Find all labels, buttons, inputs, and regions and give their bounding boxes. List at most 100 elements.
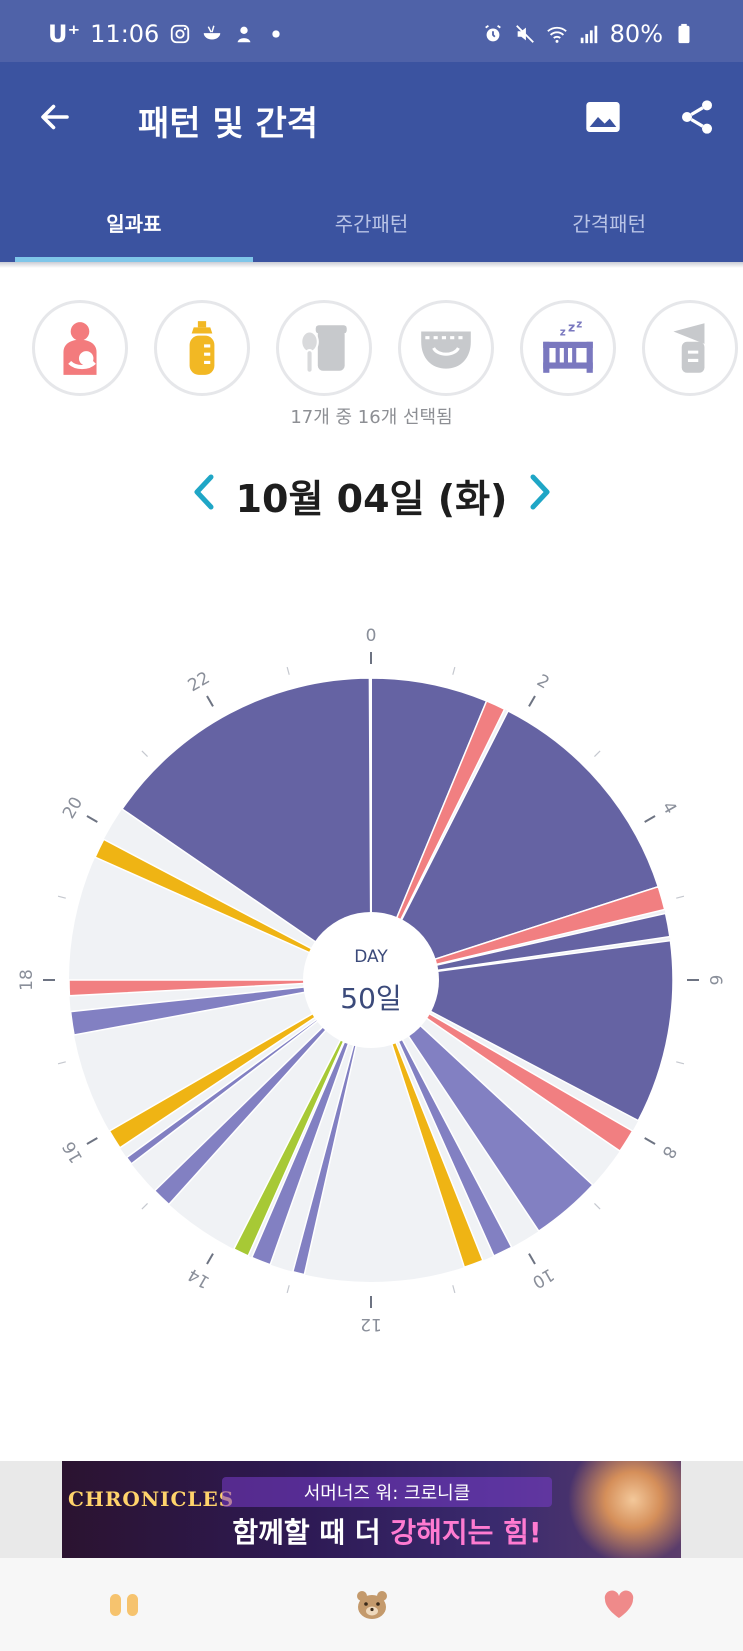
- alarm-icon: [484, 24, 501, 42]
- tab-daily-schedule[interactable]: 일과표: [15, 170, 253, 262]
- next-day-button[interactable]: [520, 470, 560, 514]
- battery-icon: [678, 23, 690, 44]
- hour-tick: [141, 750, 148, 757]
- hour-tick: [86, 1137, 98, 1145]
- filter-bottle-button[interactable]: [154, 300, 250, 396]
- chevron-right-icon: [530, 474, 550, 510]
- diaper-icon: [421, 331, 471, 369]
- chart-center-disc: [303, 912, 439, 1048]
- ad-tagline-part: 함께할 때 더: [232, 1516, 391, 1549]
- hour-tick: [286, 1285, 290, 1294]
- status-bar: U⁺ 11:06 80%: [0, 0, 743, 62]
- filter-sleep-button[interactable]: z z z: [520, 300, 616, 396]
- hour-label: 18: [17, 969, 37, 991]
- filter-pumping-button[interactable]: [642, 300, 738, 396]
- nav-baby-button[interactable]: [248, 1558, 496, 1651]
- share-icon: [682, 100, 712, 134]
- current-date: 10월 04일 (화): [235, 477, 508, 521]
- crib-icon: z z z: [543, 318, 593, 373]
- hour-label: 12: [360, 1314, 382, 1334]
- bowl-icon: [204, 25, 221, 40]
- signal-icon: [580, 25, 597, 44]
- filter-breastfeeding-button[interactable]: [32, 300, 128, 396]
- tab-interval-pattern[interactable]: 간격패턴: [490, 170, 728, 262]
- hour-tick: [644, 1137, 656, 1145]
- hour-label: 10: [529, 1264, 558, 1292]
- save-image-button[interactable]: [578, 92, 628, 142]
- tab-label: 간격패턴: [572, 212, 646, 236]
- hour-label: 14: [185, 1264, 214, 1292]
- nav-favorites-button[interactable]: [495, 1558, 743, 1651]
- clock: 11:06: [90, 20, 160, 48]
- hour-label: 6: [705, 975, 725, 986]
- hour-tick: [57, 895, 66, 899]
- ad-brand-logo: CHRONICLES: [68, 1487, 235, 1511]
- hour-tick: [86, 815, 98, 823]
- baby-food-icon: [300, 325, 347, 374]
- hour-tick: [676, 895, 685, 899]
- wifi-icon: [546, 26, 567, 43]
- filter-count-text: 17개 중 16개 선택됨: [290, 407, 453, 428]
- heart-icon: [604, 1590, 634, 1618]
- hour-tick: [594, 1203, 601, 1210]
- footprints-icon: [109, 1593, 138, 1616]
- svg-text:z: z: [568, 319, 575, 334]
- hour-label: 4: [658, 798, 681, 817]
- image-icon: [586, 102, 620, 132]
- ad-creative[interactable]: CHRONICLES 서머너즈 워: 크로니클 함께할 때 더 강해지는 힘!: [62, 1461, 681, 1558]
- daily-pattern-chart: 0 2 4 6 8 10 12 14 16 18 20 22 DAY 50일: [0, 600, 743, 1340]
- ad-tagline: 함께할 때 더 강해지는 힘!: [182, 1511, 592, 1551]
- hour-tick: [57, 1061, 66, 1065]
- dot-icon: [272, 30, 280, 38]
- status-left: U⁺ 11:06: [48, 20, 287, 48]
- filter-baby-food-button[interactable]: [276, 300, 372, 396]
- bottle-icon: [189, 321, 215, 375]
- chart-center-label-bottom: 50일: [340, 982, 401, 1015]
- hour-tick: [676, 1061, 685, 1065]
- carrier-label: U⁺: [48, 20, 81, 48]
- hour-tick: [286, 666, 290, 675]
- mute-icon: [515, 25, 534, 43]
- app-notification-icon: [237, 26, 251, 43]
- hour-label: 20: [59, 794, 87, 823]
- date-navigator: 10월 04일 (화): [0, 462, 743, 522]
- hour-tick: [206, 695, 214, 707]
- arrow-left-icon: [41, 104, 69, 130]
- back-button[interactable]: [30, 92, 80, 142]
- bottom-nav: [0, 1558, 743, 1651]
- breastfeeding-icon: [63, 322, 97, 375]
- tab-label: 일과표: [106, 212, 162, 236]
- hour-label: 16: [59, 1138, 87, 1167]
- chart-center-label-top: DAY: [354, 947, 388, 967]
- tab-bar: 일과표 주간패턴 간격패턴: [15, 170, 728, 262]
- share-button[interactable]: [672, 92, 722, 142]
- hour-label: 0: [366, 626, 377, 646]
- filter-diaper-button[interactable]: [398, 300, 494, 396]
- nav-record-button[interactable]: [0, 1558, 248, 1651]
- page-title: 패턴 및 간격: [138, 104, 319, 144]
- ad-banner[interactable]: CHRONICLES 서머너즈 워: 크로니클 함께할 때 더 강해지는 힘!: [0, 1461, 743, 1558]
- svg-text:z: z: [560, 327, 566, 339]
- hour-tick: [528, 1253, 536, 1265]
- hour-tick: [644, 815, 656, 823]
- radial-chart-svg: 0 2 4 6 8 10 12 14 16 18 20 22 DAY 50일: [17, 626, 725, 1334]
- svg-text:z: z: [576, 318, 582, 330]
- hour-tick: [206, 1253, 214, 1265]
- hour-tick: [594, 750, 601, 757]
- hour-label: 2: [533, 671, 552, 694]
- ad-character-image: [561, 1461, 681, 1558]
- hour-tick: [452, 666, 456, 675]
- ad-headline: 서머너즈 워: 크로니클: [222, 1477, 552, 1507]
- ad-tagline-highlight: 강해지는 힘!: [390, 1516, 542, 1549]
- filter-bar: z z z: [32, 300, 743, 400]
- hour-tick: [452, 1285, 456, 1294]
- bear-face-icon: [356, 1590, 387, 1619]
- hour-tick: [528, 695, 536, 707]
- tab-weekly-pattern[interactable]: 주간패턴: [253, 170, 491, 262]
- breast-pump-icon: [673, 323, 705, 373]
- instagram-icon: [171, 24, 190, 44]
- hour-tick: [141, 1203, 148, 1210]
- battery-percent: 80%: [609, 20, 663, 48]
- tab-label: 주간패턴: [334, 212, 409, 236]
- tab-shadow: [0, 262, 743, 268]
